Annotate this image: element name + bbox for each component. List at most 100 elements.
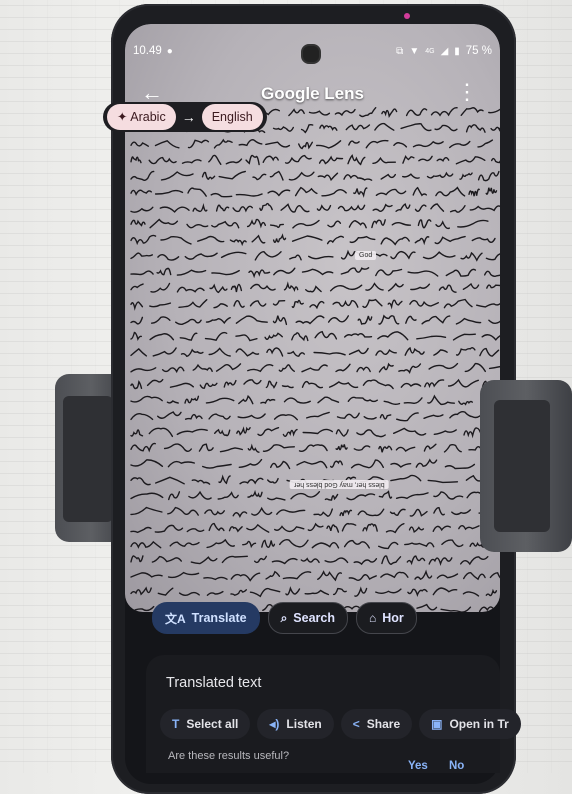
handwriting-stroke xyxy=(186,528,205,533)
handwriting-stroke xyxy=(427,394,455,406)
handwriting-stroke xyxy=(387,282,404,292)
homework-chip[interactable]: ⌂ Hor xyxy=(356,602,417,634)
handwriting-stroke xyxy=(295,315,325,325)
handwriting-stroke xyxy=(130,506,163,516)
handwriting-stroke xyxy=(478,606,500,612)
handwriting-stroke xyxy=(319,124,338,131)
handwriting-stroke xyxy=(423,414,444,419)
handwriting-stroke xyxy=(350,459,384,469)
handwriting-stroke xyxy=(130,395,163,403)
handwriting-stroke xyxy=(407,270,439,277)
handwriting-stroke xyxy=(265,380,278,389)
handwriting-stroke xyxy=(242,540,257,549)
handwriting-stroke xyxy=(362,379,394,390)
handwriting-stroke xyxy=(208,154,222,165)
handwriting-stroke xyxy=(130,347,148,357)
handwriting-stroke xyxy=(348,140,360,146)
mode-chips: 文A Translate ⌕ Search ⌂ Hor xyxy=(152,602,417,634)
handwriting-stroke xyxy=(208,522,225,532)
handwriting-stroke xyxy=(218,474,231,485)
notification-led xyxy=(404,13,410,19)
handwriting-stroke xyxy=(434,235,466,245)
handwriting-stroke xyxy=(274,525,305,533)
handwriting-stroke xyxy=(400,382,422,388)
handwriting-stroke xyxy=(460,556,489,566)
share-button[interactable]: < Share xyxy=(340,709,413,739)
handwriting-stroke xyxy=(288,171,315,181)
handwriting-stroke xyxy=(433,349,448,356)
handwriting-stroke xyxy=(306,411,330,419)
handwriting-stroke xyxy=(260,398,276,404)
handwriting-stroke xyxy=(179,332,198,341)
handwriting-stroke xyxy=(276,509,306,515)
target-language-button[interactable]: English xyxy=(201,104,263,130)
handwriting-stroke xyxy=(259,202,273,211)
search-chip[interactable]: ⌕ Search xyxy=(267,602,348,634)
handwriting-stroke xyxy=(347,154,366,166)
handwriting-stroke xyxy=(206,590,224,596)
handwriting-stroke xyxy=(421,315,451,325)
handwriting-stroke xyxy=(285,586,301,596)
handwriting-stroke xyxy=(316,204,332,211)
handwriting-stroke xyxy=(375,588,402,594)
handwriting-stroke xyxy=(201,171,216,180)
handwriting-stroke xyxy=(184,413,203,420)
handwriting-stroke xyxy=(457,219,489,228)
handwriting-stroke xyxy=(356,429,386,438)
handwriting-stroke xyxy=(279,538,309,548)
handwriting-stroke xyxy=(385,523,405,534)
handwriting-stroke xyxy=(390,462,412,468)
handwriting-stroke xyxy=(130,429,144,437)
handwriting-stroke xyxy=(161,366,185,374)
handwriting-stroke xyxy=(262,444,295,452)
handwriting-stroke xyxy=(328,381,359,389)
handwriting-stroke xyxy=(250,283,276,291)
handwriting-stroke xyxy=(412,140,444,148)
handwriting-stroke xyxy=(378,314,400,325)
handwriting-stroke xyxy=(130,156,142,164)
handwriting-stroke xyxy=(432,587,458,596)
translation-overlay-god[interactable]: God xyxy=(355,251,377,260)
handwriting-stroke xyxy=(311,541,340,549)
handwriting-stroke xyxy=(488,365,500,370)
handwriting-stroke xyxy=(378,362,394,373)
feedback-yes-button[interactable]: Yes xyxy=(408,760,428,772)
handwriting-stroke xyxy=(130,572,163,578)
handwriting-stroke xyxy=(154,189,184,195)
more-vert-icon[interactable]: ⋮ xyxy=(456,81,478,103)
feedback-no-button[interactable]: No xyxy=(449,760,464,772)
handwriting-stroke xyxy=(409,508,428,517)
handwriting-stroke xyxy=(298,141,313,150)
open-in-translate-button[interactable]: ▣ Open in Tr xyxy=(419,709,521,739)
handwriting-stroke xyxy=(424,379,445,389)
source-language-button[interactable]: ✦ Arabic xyxy=(107,104,176,130)
select-all-button[interactable]: T Select all xyxy=(160,709,251,739)
listen-button[interactable]: ◂) Listen xyxy=(257,709,334,739)
handwriting-stroke xyxy=(254,555,267,564)
handwriting-stroke xyxy=(210,192,233,198)
handwriting-stroke xyxy=(232,205,253,213)
handwriting-stroke xyxy=(407,588,428,597)
handwriting-stroke xyxy=(339,509,353,517)
search-icon: ⌕ xyxy=(280,610,288,625)
handwriting-stroke xyxy=(301,268,334,276)
handwriting-stroke xyxy=(270,460,291,470)
handwriting-stroke xyxy=(154,524,184,533)
handwriting-stroke xyxy=(391,222,412,226)
handwriting-stroke xyxy=(152,347,177,357)
swap-arrow-icon: → xyxy=(181,109,196,125)
handwriting-stroke xyxy=(486,284,500,289)
translation-overlay-bless[interactable]: bless her, may God bless her xyxy=(290,480,389,489)
handwriting-stroke xyxy=(481,334,500,341)
handwriting-stroke xyxy=(191,479,211,485)
handwriting-stroke xyxy=(238,139,263,147)
handwriting-stroke xyxy=(363,416,377,420)
handwriting-stroke xyxy=(300,557,320,564)
handwriting-stroke xyxy=(463,572,486,581)
handwriting-stroke xyxy=(272,300,286,306)
translate-chip[interactable]: 文A Translate xyxy=(152,602,260,634)
handwriting-stroke xyxy=(249,587,281,598)
handwriting-stroke xyxy=(445,268,477,277)
handwriting-stroke xyxy=(435,220,450,230)
handwriting-stroke xyxy=(354,586,368,597)
